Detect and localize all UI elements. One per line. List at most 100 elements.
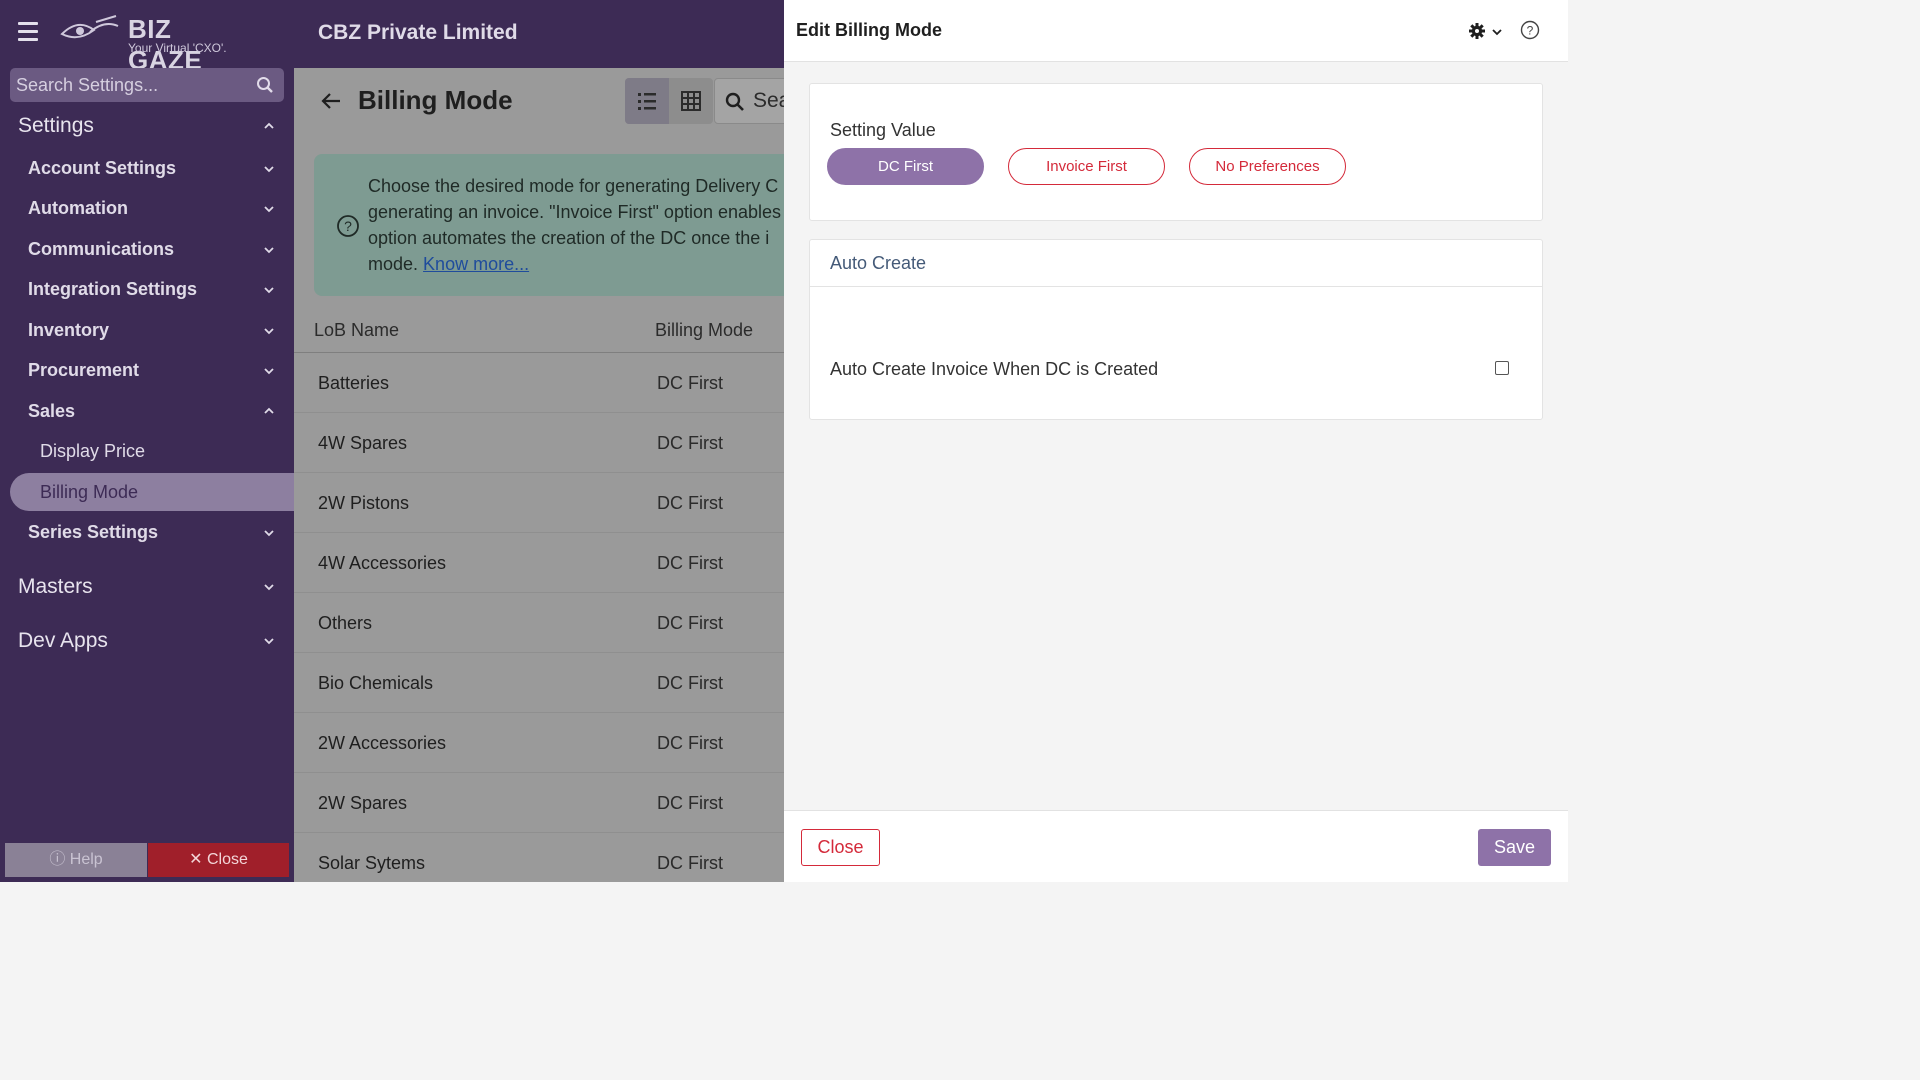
sidebar-section-dev-apps[interactable]: Dev Apps [18, 629, 108, 653]
sidebar-item-automation[interactable]: Automation [28, 198, 128, 219]
option-invoice-first-button[interactable]: Invoice First [1008, 148, 1165, 185]
search-placeholder: Search Settings... [16, 75, 159, 95]
cell-lob-name: 2W Accessories [318, 733, 447, 753]
sidebar-item-sales[interactable]: Sales [28, 401, 75, 422]
info-text-line-4-text: mode. [368, 254, 419, 274]
cell-lob-name: Solar Sytems [318, 853, 426, 873]
column-header-billing-mode[interactable]: Billing Mode [655, 320, 753, 341]
list-search-text: Sea [753, 89, 784, 112]
chevron-down-icon[interactable] [264, 245, 274, 255]
help-button-label: Help [69, 851, 103, 868]
hamburger-menu-icon[interactable] [18, 22, 38, 42]
chevron-down-icon[interactable] [264, 582, 274, 592]
sidebar-item-inventory[interactable]: Inventory [28, 320, 109, 341]
table-row[interactable]: 2W Spares DC First [294, 773, 784, 833]
table-row[interactable]: Bio Chemicals DC First [294, 653, 784, 713]
help-circle-icon: ⓘ [49, 851, 66, 868]
cell-billing-mode: DC First [657, 673, 723, 693]
cell-billing-mode: DC First [657, 493, 723, 513]
list-view-icon [638, 93, 656, 110]
sidebar-item-communications[interactable]: Communications [28, 239, 174, 260]
sidebar-close-button[interactable]: ✕ Close [148, 843, 289, 877]
search-icon [725, 92, 744, 111]
edit-billing-mode-panel: Edit Billing Mode ? Setting Value DC Fir… [784, 0, 1568, 882]
auto-create-header: Auto Create [810, 240, 1542, 287]
info-text-line-2: generating an invoice. "Invoice First" o… [368, 202, 782, 222]
option-dc-first-button[interactable]: DC First [827, 148, 984, 185]
auto-create-invoice-label: Auto Create Invoice When DC is Created [830, 359, 1159, 379]
sidebar-item-integration-settings[interactable]: Integration Settings [28, 279, 197, 300]
help-question-icon[interactable]: ? [1520, 20, 1540, 40]
table-row[interactable]: 4W Accessories DC First [294, 533, 784, 593]
close-button[interactable]: Close [801, 829, 880, 866]
sidebar-item-procurement[interactable]: Procurement [28, 360, 139, 381]
table-row[interactable]: 2W Accessories DC First [294, 713, 784, 773]
panel-title: Edit Billing Mode [796, 20, 942, 40]
search-icon[interactable] [256, 76, 274, 94]
settings-search-input[interactable]: Search Settings... [10, 68, 284, 102]
info-text-line-4: mode. Know more... [368, 254, 529, 275]
sidebar-section-masters[interactable]: Masters [18, 575, 93, 599]
setting-value-label: Setting Value [830, 120, 936, 140]
logo-tagline: Your Virtual 'CXO'. [128, 41, 227, 55]
main-content: Billing Mode Se ? Choose the desired mod… [294, 68, 784, 882]
company-name: CBZ Private Limited [318, 21, 518, 44]
gear-icon[interactable] [1468, 22, 1486, 40]
chevron-down-icon[interactable] [264, 164, 274, 174]
chevron-down-icon[interactable] [264, 528, 274, 538]
chevron-down-icon[interactable] [264, 285, 274, 295]
cell-lob-name: 2W Spares [318, 793, 408, 813]
table-row[interactable]: 2W Pistons DC First [294, 473, 784, 533]
chevron-down-icon[interactable] [264, 366, 274, 376]
page-title: Billing Mode [358, 85, 513, 115]
cell-lob-name: 4W Spares [318, 433, 408, 453]
svg-text:?: ? [1527, 24, 1534, 38]
back-arrow-icon[interactable] [320, 90, 342, 112]
cell-lob-name: 4W Accessories [318, 553, 447, 573]
chevron-down-icon[interactable] [264, 326, 274, 336]
column-header-lob-name[interactable]: LoB Name [314, 320, 399, 341]
close-x-icon: ✕ [189, 851, 203, 868]
cell-billing-mode: DC First [657, 373, 723, 393]
info-banner: ? Choose the desired mode for generating… [314, 154, 784, 296]
table-header: LoB Name Billing Mode [294, 308, 784, 353]
list-view-button[interactable] [625, 78, 669, 124]
save-button[interactable]: Save [1478, 829, 1551, 866]
panel-footer: Close Save [784, 810, 1568, 882]
sidebar-item-account-settings[interactable]: Account Settings [28, 158, 176, 179]
sidebar-subitem-display-price[interactable]: Display Price [40, 441, 145, 462]
chevron-down-icon[interactable] [264, 636, 274, 646]
table-row[interactable]: Batteries DC First [294, 353, 784, 413]
chevron-up-icon[interactable] [264, 406, 274, 416]
chevron-down-icon[interactable] [264, 204, 274, 214]
app-logo: BIZ GAZE Your Virtual 'CXO'. [60, 12, 240, 75]
close-button-label: Close [206, 851, 248, 868]
sidebar-help-button[interactable]: ⓘ Help [5, 843, 147, 877]
table-row[interactable]: Solar Sytems DC First [294, 833, 784, 882]
table-row[interactable]: Others DC First [294, 593, 784, 653]
cell-billing-mode: DC First [657, 733, 723, 753]
table-row[interactable]: 4W Spares DC First [294, 413, 784, 473]
auto-create-card: Auto Create Auto Create Invoice When DC … [809, 239, 1543, 420]
cell-billing-mode: DC First [657, 613, 723, 633]
chevron-down-icon[interactable] [1492, 27, 1502, 37]
sidebar-item-series-settings[interactable]: Series Settings [28, 522, 158, 543]
sidebar-section-settings[interactable]: Settings [18, 114, 94, 138]
cell-billing-mode: DC First [657, 793, 723, 813]
panel-header: Edit Billing Mode ? [784, 0, 1568, 62]
grid-view-button[interactable] [669, 78, 713, 124]
auto-create-invoice-checkbox[interactable] [1495, 361, 1509, 375]
svg-text:?: ? [344, 218, 352, 234]
sidebar-subitem-billing-mode[interactable]: Billing Mode [40, 482, 138, 503]
cell-billing-mode: DC First [657, 853, 723, 873]
cell-billing-mode: DC First [657, 553, 723, 573]
sidebar-section-label: Settings [18, 114, 94, 137]
cell-lob-name: Batteries [318, 373, 390, 393]
list-search-input[interactable]: Sea [714, 78, 784, 124]
know-more-link[interactable]: Know more... [423, 254, 529, 274]
chevron-up-icon[interactable] [264, 121, 274, 131]
question-circle-icon: ? [337, 215, 359, 237]
info-text-line-3: option automates the creation of the DC … [368, 228, 770, 248]
grid-view-icon [681, 91, 701, 111]
option-no-preferences-button[interactable]: No Preferences [1189, 148, 1346, 185]
